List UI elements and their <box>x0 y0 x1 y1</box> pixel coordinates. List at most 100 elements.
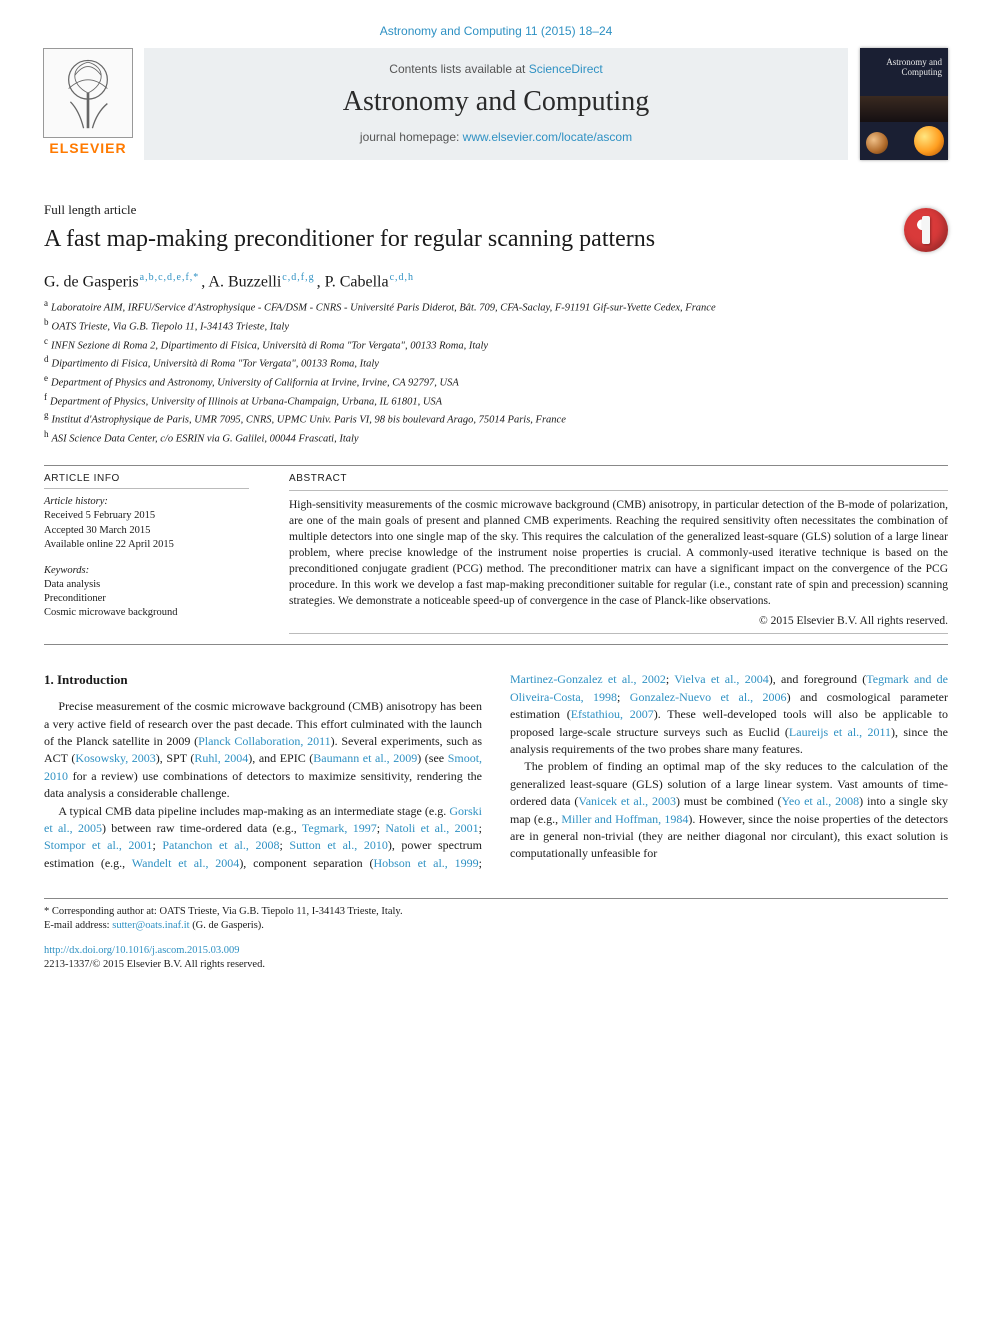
s5: ; <box>479 856 482 870</box>
history-line-1: Received 5 February 2015 <box>44 509 249 523</box>
affil-d-label: d <box>44 354 49 364</box>
ref-wandelt[interactable]: Wandelt et al., 2004 <box>132 856 240 870</box>
abstract: ABSTRACT High-sensitivity measurements o… <box>289 472 948 635</box>
history-line-0: Article history: <box>44 495 249 509</box>
meta-row: ARTICLE INFO Article history: Received 5… <box>44 472 948 635</box>
ref-kosowsky[interactable]: Kosowsky, 2003 <box>75 751 155 765</box>
masthead: ELSEVIER Contents lists available at Sci… <box>44 48 948 160</box>
ref-efs[interactable]: Efstathiou, 2007 <box>571 707 654 721</box>
keyword-1: Preconditioner <box>44 592 249 606</box>
affil-e-label: e <box>44 373 48 383</box>
corresponding-note: * Corresponding author at: OATS Trieste,… <box>44 905 948 919</box>
s7: ; <box>617 690 630 704</box>
author-2: A. Buzzelli <box>208 273 281 290</box>
authors: G. de Gasperisa,b,c,d,e,f,*, A. Buzzelli… <box>44 272 948 291</box>
keyword-0: Data analysis <box>44 578 249 592</box>
elsevier-wordmark: ELSEVIER <box>49 140 126 156</box>
copyright: © 2015 Elsevier B.V. All rights reserved… <box>289 613 948 629</box>
ref-yeo[interactable]: Yeo et al., 2008 <box>781 794 859 808</box>
contents-prefix: Contents lists available at <box>389 62 528 76</box>
ref-patanchon[interactable]: Patanchon et al., 2008 <box>162 838 279 852</box>
affil-e: Department of Physics and Astronomy, Uni… <box>51 378 459 389</box>
ref-gn[interactable]: Gonzalez-Nuevo et al., 2006 <box>630 690 787 704</box>
homepage-line: journal homepage: www.elsevier.com/locat… <box>360 130 632 144</box>
affil-f-label: f <box>44 392 47 402</box>
t1f: for a review) use combinations of detect… <box>44 769 482 800</box>
affil-b-label: b <box>44 317 49 327</box>
history-line-3: Available online 22 April 2015 <box>44 538 249 552</box>
t1e: ) (see <box>417 751 447 765</box>
t3b: ) must be combined ( <box>676 794 781 808</box>
ref-vielva[interactable]: Vielva et al., 2004 <box>674 672 768 686</box>
crossmark-icon[interactable] <box>904 208 948 252</box>
ref-sutton[interactable]: Sutton et al., 2010 <box>289 838 387 852</box>
affil-f: Department of Physics, University of Ill… <box>50 396 442 407</box>
email-tail: (G. de Gasperis). <box>190 920 264 931</box>
rule-top <box>44 465 948 466</box>
t1d: ), and EPIC ( <box>248 751 313 765</box>
affil-c-label: c <box>44 336 48 346</box>
ref-natoli[interactable]: Natoli et al., 2001 <box>385 821 478 835</box>
doi-link[interactable]: http://dx.doi.org/10.1016/j.ascom.2015.0… <box>44 945 240 956</box>
cover-title-2: Computing <box>901 67 942 77</box>
ref-vanicek[interactable]: Vanicek et al., 2003 <box>578 794 676 808</box>
rule-bottom-meta <box>44 644 948 645</box>
elsevier-tree-icon <box>43 48 133 138</box>
s3: ; <box>152 838 162 852</box>
t2d: ), component separation ( <box>239 856 373 870</box>
affil-a: Laboratoire AIM, IRFU/Service d'Astrophy… <box>51 303 716 314</box>
footer: * Corresponding author at: OATS Trieste,… <box>44 898 948 972</box>
t2b: ) between raw time-ordered data (e.g., <box>102 821 302 835</box>
abstract-heading: ABSTRACT <box>289 472 948 486</box>
ref-baumann[interactable]: Baumann et al., 2009 <box>313 751 417 765</box>
ref-ruhl[interactable]: Ruhl, 2004 <box>194 751 248 765</box>
journal-header-box: Contents lists available at ScienceDirec… <box>144 48 848 160</box>
page: Astronomy and Computing 11 (2015) 18–24 … <box>0 0 992 1002</box>
title-row: Full length article A fast map-making pr… <box>44 202 948 254</box>
author-2-affil: c,d,f,g <box>282 272 314 283</box>
keyword-2: Cosmic microwave background <box>44 606 249 620</box>
ref-stompor[interactable]: Stompor et al., 2001 <box>44 838 152 852</box>
ref-hobson[interactable]: Hobson et al., 1999 <box>373 856 478 870</box>
contents-line: Contents lists available at ScienceDirec… <box>389 62 602 76</box>
article-info-heading: ARTICLE INFO <box>44 472 249 486</box>
author-3-affil: c,d,h <box>390 272 414 283</box>
paper-title: A fast map-making preconditioner for reg… <box>44 224 655 254</box>
t2e: ), and foreground ( <box>769 672 867 686</box>
article-info: ARTICLE INFO Article history: Received 5… <box>44 472 249 635</box>
ref-tegmark97[interactable]: Tegmark, 1997 <box>302 821 377 835</box>
journal-title: Astronomy and Computing <box>343 86 649 118</box>
section-1-heading: 1. Introduction <box>44 671 482 690</box>
affil-d: Dipartimento di Fisica, Università di Ro… <box>52 359 379 370</box>
affil-a-label: a <box>44 298 48 308</box>
homepage-link[interactable]: www.elsevier.com/locate/ascom <box>463 130 632 144</box>
affil-c: INFN Sezione di Roma 2, Dipartimento di … <box>51 340 488 351</box>
keywords-heading: Keywords: <box>44 564 249 578</box>
ref-mg[interactable]: Martinez-Gonzalez et al., 2002 <box>510 672 666 686</box>
s4: ; <box>279 838 289 852</box>
affil-h-label: h <box>44 429 49 439</box>
abstract-text: High-sensitivity measurements of the cos… <box>289 497 948 610</box>
s2: ; <box>479 821 482 835</box>
ref-miller-hoffman[interactable]: Miller and Hoffman, 1984 <box>561 812 688 826</box>
t2a: A typical CMB data pipeline includes map… <box>58 804 449 818</box>
affil-g: Institut d'Astrophysique de Paris, UMR 7… <box>52 415 566 426</box>
ref-laureijs[interactable]: Laureijs et al., 2011 <box>789 725 891 739</box>
author-1-affil: a,b,c,d,e,f,* <box>140 272 200 283</box>
email-label: E-mail address: <box>44 920 112 931</box>
paper-type: Full length article <box>44 202 655 218</box>
s6: ; <box>666 672 674 686</box>
issn-line: 2213-1337/© 2015 Elsevier B.V. All right… <box>44 958 948 972</box>
affiliations: aLaboratoire AIM, IRFU/Service d'Astroph… <box>44 297 948 446</box>
author-3: P. Cabella <box>325 273 389 290</box>
cover-title-1: Astronomy and <box>886 57 942 67</box>
body-text: 1. Introduction Precise measurement of t… <box>44 671 948 872</box>
sciencedirect-link[interactable]: ScienceDirect <box>529 62 603 76</box>
author-1: G. de Gasperis <box>44 273 139 290</box>
t1c: ), SPT ( <box>156 751 195 765</box>
ref-planck[interactable]: Planck Collaboration, 2011 <box>198 734 331 748</box>
history-line-2: Accepted 30 March 2015 <box>44 524 249 538</box>
email-link[interactable]: sutter@oats.inaf.it <box>112 920 189 931</box>
journal-cover-thumb: Astronomy and Computing <box>860 48 948 160</box>
homepage-prefix: journal homepage: <box>360 130 463 144</box>
